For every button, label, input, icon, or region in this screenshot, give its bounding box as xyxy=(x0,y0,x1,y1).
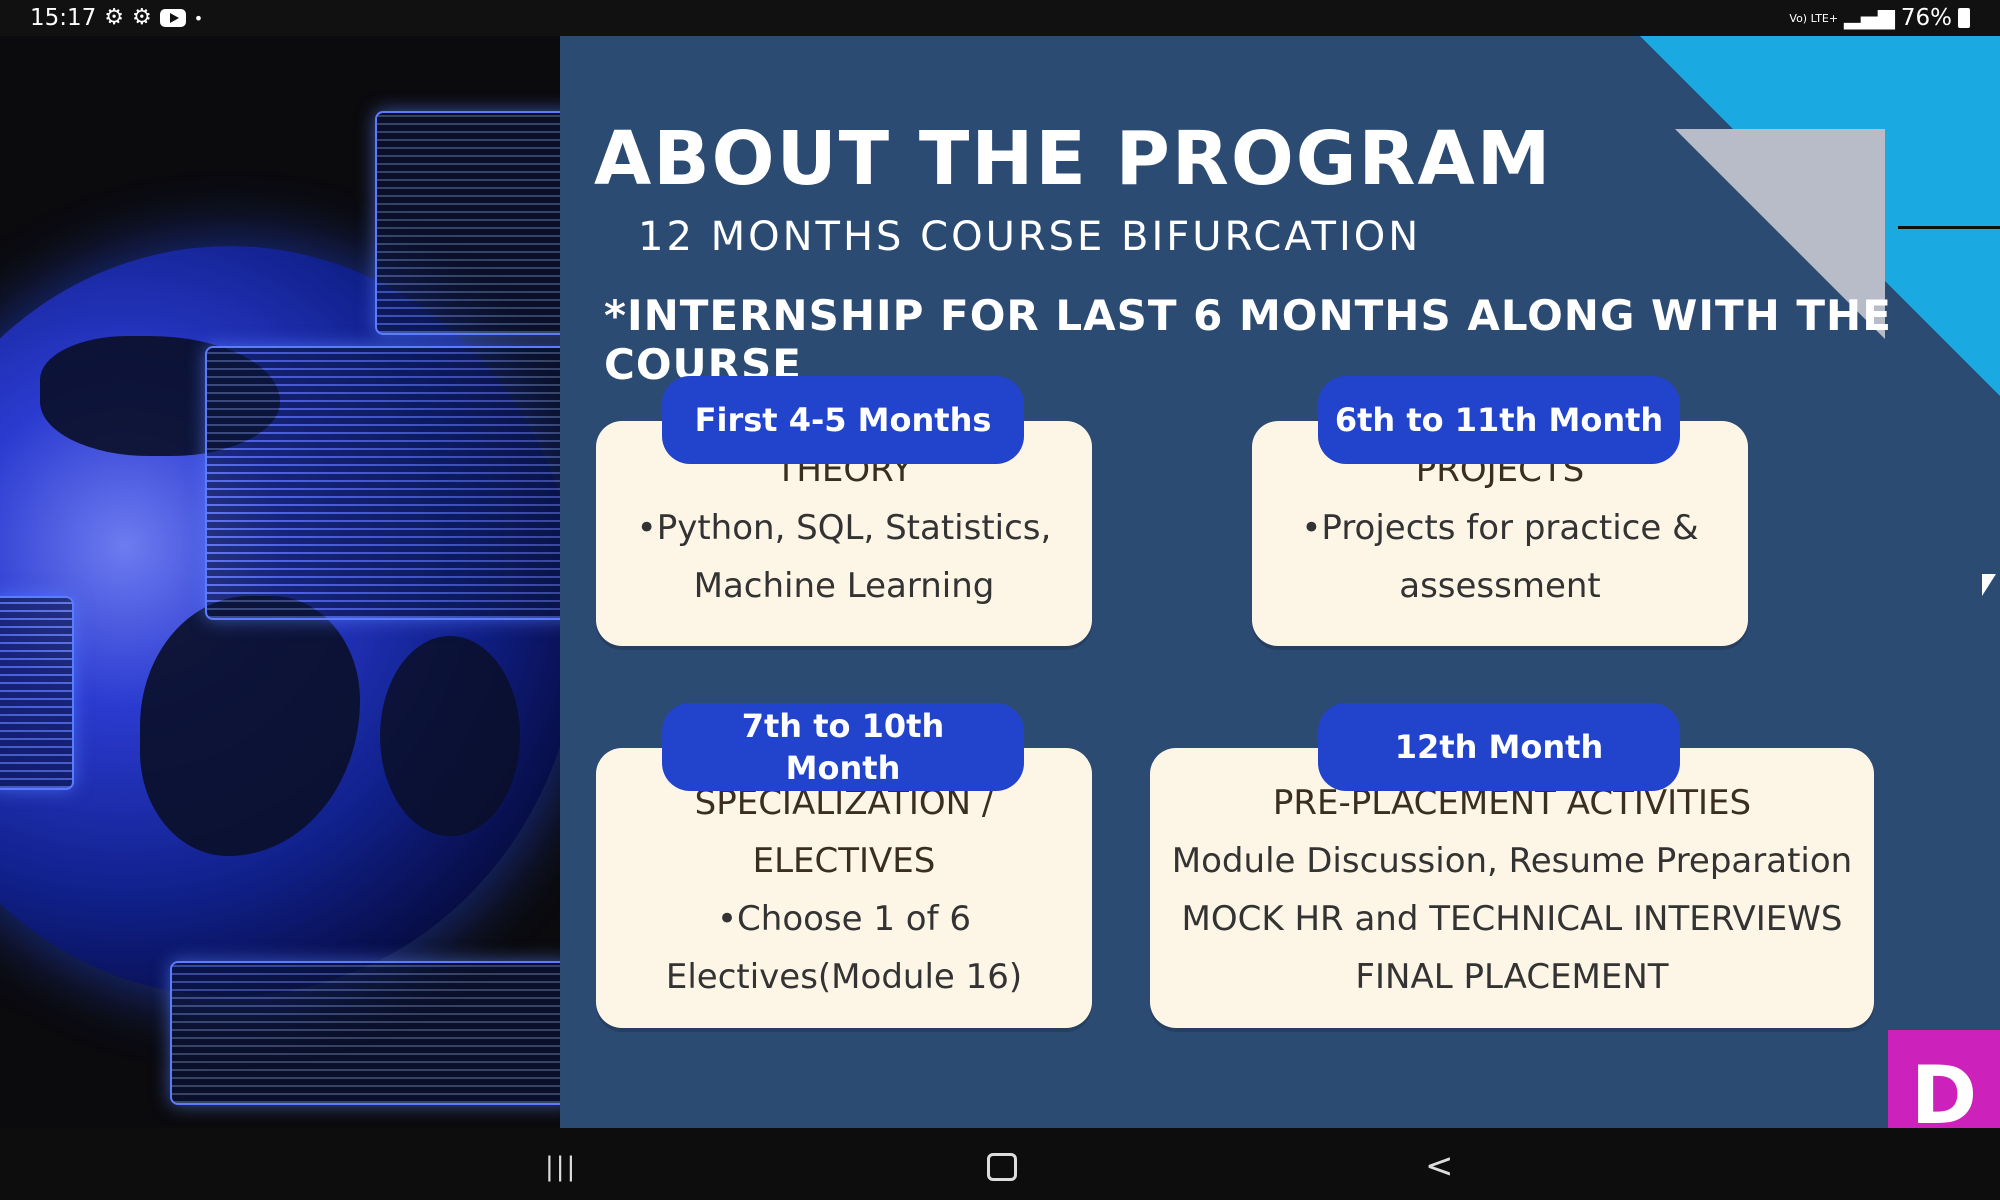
code-panel xyxy=(170,961,560,1105)
battery-percent: 76% xyxy=(1900,5,1952,31)
card-heading: ELECTIVES xyxy=(752,841,936,881)
card-line: •Python, SQL, Statistics, xyxy=(636,508,1052,548)
slide-title: ABOUT THE PROGRAM xyxy=(594,116,1553,202)
card-label-first-months: First 4-5 Months xyxy=(662,376,1024,464)
battery-icon xyxy=(1958,8,1970,28)
code-panel xyxy=(375,111,560,335)
card-line: •Choose 1 of 6 xyxy=(716,899,972,939)
back-button[interactable]: < xyxy=(1425,1146,1454,1186)
home-button[interactable] xyxy=(987,1153,1017,1181)
globe-image xyxy=(0,36,560,1128)
card-line: Electives(Module 16) xyxy=(665,957,1023,997)
card-line: FINAL PLACEMENT xyxy=(1355,957,1669,997)
card-body: THEORY •Python, SQL, Statistics, Machine… xyxy=(596,441,1092,615)
status-left: 15:17 ⚙ ⚙ • xyxy=(30,5,203,31)
card-body: PRE-PLACEMENT ACTIVITIES Module Discussi… xyxy=(1150,774,1874,1006)
card-label-6th-11th: 6th to 11th Month xyxy=(1318,376,1680,464)
clock: 15:17 xyxy=(30,5,97,31)
network-label: Vo) LTE+ xyxy=(1789,11,1839,25)
card-line: Module Discussion, Resume Preparation xyxy=(1171,841,1853,881)
code-panel xyxy=(205,346,560,620)
presentation-slide: ABOUT THE PROGRAM 12 MONTHS COURSE BIFUR… xyxy=(560,36,2000,1128)
card-label-7th-10th: 7th to 10th Month xyxy=(662,703,1024,791)
dot-icon: • xyxy=(193,8,204,28)
card-line: •Projects for practice & xyxy=(1301,508,1699,548)
card-body: PROJECTS •Projects for practice & assess… xyxy=(1252,441,1748,615)
card-body: SPECIALIZATION / ELECTIVES •Choose 1 of … xyxy=(596,774,1092,1006)
status-bar: 15:17 ⚙ ⚙ • Vo) LTE+ ▂▄▆ 76% xyxy=(0,0,2000,36)
gear-icon: ⚙ xyxy=(104,5,125,30)
card-line: assessment xyxy=(1399,566,1601,606)
signal-icon: ▂▄▆ xyxy=(1844,5,1895,30)
card-line: Machine Learning xyxy=(693,566,995,606)
gear-icon: ⚙ xyxy=(132,5,152,30)
internship-note: *INTERNSHIP FOR LAST 6 MONTHS ALONG WITH… xyxy=(604,291,1892,389)
navigation-bar: ||| < xyxy=(0,1128,2000,1200)
slide-subtitle: 12 MONTHS COURSE BIFURCATION xyxy=(638,214,1422,260)
card-line: MOCK HR and TECHNICAL INTERVIEWS xyxy=(1181,899,1843,939)
mouse-cursor-icon xyxy=(1982,574,1996,596)
card-label-12th: 12th Month xyxy=(1318,703,1680,791)
recent-apps-button[interactable]: ||| xyxy=(545,1152,577,1182)
corner-line xyxy=(1898,226,2000,229)
youtube-icon xyxy=(159,9,186,27)
continent-shape xyxy=(380,636,520,836)
code-panel xyxy=(0,596,74,790)
status-right: Vo) LTE+ ▂▄▆ 76% xyxy=(1789,5,1970,31)
